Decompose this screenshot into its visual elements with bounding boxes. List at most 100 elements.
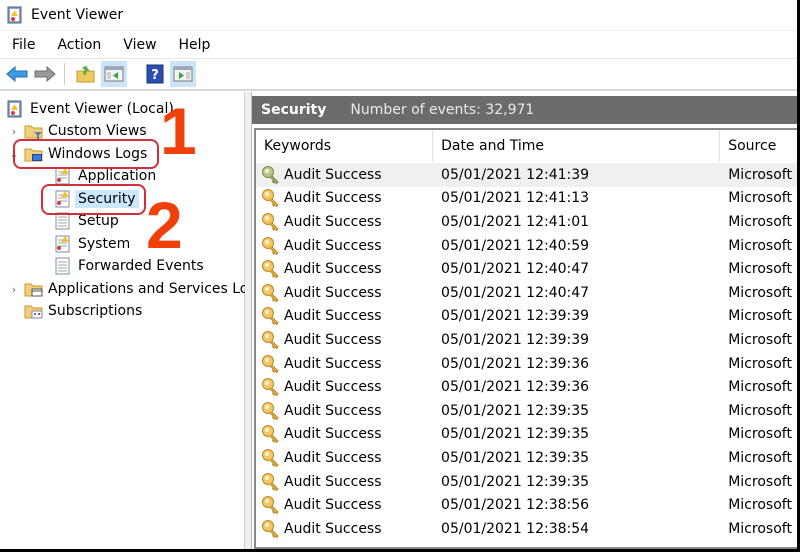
tree-label: Setup [78, 213, 119, 229]
key-icon [262, 378, 279, 397]
cell-date-time: 05/01/2021 12:41:01 [441, 213, 590, 230]
tree-item-event-viewer-local[interactable]: Event Viewer (Local) [6, 98, 174, 120]
forward-button[interactable] [32, 61, 58, 87]
table-row[interactable]: Audit Success 05/01/2021 12:39:35 Microsof… [256, 423, 797, 447]
help-button[interactable]: ? [142, 61, 168, 87]
show-hide-console-tree-button[interactable] [101, 61, 127, 87]
highlight-security [41, 184, 146, 215]
title-bar: Event Viewer [0, 0, 797, 30]
up-folder-button[interactable] [73, 61, 99, 87]
menu-help[interactable]: Help [169, 37, 219, 53]
key-icon [262, 307, 279, 326]
tree-item-subscriptions[interactable]: Subscriptions [24, 300, 142, 322]
menu-action[interactable]: Action [47, 37, 109, 53]
keyword-text: Audit Success [284, 473, 382, 490]
cell-date-time: 05/01/2021 12:41:13 [441, 190, 590, 207]
key-icon [262, 472, 279, 491]
cell-date-time: 05/01/2021 12:39:39 [441, 331, 590, 348]
log-warning-icon [54, 235, 72, 253]
keyword-text: Audit Success [284, 520, 382, 537]
table-row[interactable]: Audit Success 05/01/2021 12:41:01 Microsof… [256, 210, 797, 234]
chevron-right-icon[interactable]: › [8, 125, 20, 138]
arrow-right-icon [34, 66, 56, 82]
cell-keywords: Audit Success [256, 401, 433, 421]
tree-item-applications-and-services-logs[interactable]: › Applications and Services Logs [8, 278, 265, 300]
cell-date-time: 05/01/2021 12:38:54 [441, 520, 590, 537]
table-row[interactable]: Audit Success 05/01/2021 12:40:47 Microsof… [256, 281, 797, 305]
tree-label: System [78, 236, 131, 252]
keyword-text: Audit Success [284, 284, 382, 301]
show-hide-action-pane-button[interactable] [170, 61, 196, 87]
column-header-keywords[interactable]: Keywords [256, 130, 434, 162]
cell-keywords: Audit Success [256, 354, 433, 374]
tree-label: Custom Views [48, 123, 147, 139]
key-icon [262, 425, 279, 444]
column-header-date-and-time[interactable]: Date and Time [433, 130, 721, 162]
pane-splitter[interactable] [245, 92, 252, 549]
cell-keywords: Audit Success [256, 165, 433, 185]
back-button[interactable] [4, 61, 30, 87]
highlight-windows-logs [13, 139, 159, 169]
folder-filter-icon [24, 122, 43, 140]
cell-source: Microsoft [728, 190, 792, 207]
chevron-right-icon[interactable]: › [8, 283, 20, 296]
table-header: Keywords Date and Time Source [256, 130, 797, 162]
arrow-left-icon [6, 66, 28, 82]
keyword-text: Audit Success [284, 449, 382, 466]
keyword-text: Audit Success [284, 331, 382, 348]
key-icon [262, 448, 279, 468]
cell-date-time: 05/01/2021 12:38:56 [441, 497, 590, 514]
cell-keywords: Audit Success [256, 283, 433, 303]
table-row[interactable]: Audit Success 05/01/2021 12:39:39 Microsof… [256, 305, 797, 329]
menu-file[interactable]: File [0, 37, 43, 53]
events-table: Keywords Date and Time Source Audit Succ… [254, 128, 797, 549]
cell-source: Microsoft [728, 308, 792, 325]
table-row[interactable]: Audit Success 05/01/2021 12:39:36 Microsof… [256, 375, 797, 399]
tree-item-system[interactable]: System [54, 233, 130, 255]
log-warning-icon [54, 167, 72, 185]
event-viewer-icon [6, 100, 24, 118]
cell-date-time: 05/01/2021 12:40:47 [441, 284, 590, 301]
cell-date-time: 05/01/2021 12:39:36 [441, 379, 590, 396]
table-row[interactable]: Audit Success 05/01/2021 12:39:35 Microsof… [256, 470, 797, 494]
key-icon [262, 212, 279, 232]
cell-keywords: Audit Success [256, 188, 433, 208]
table-row[interactable]: Audit Success 05/01/2021 12:40:47 Microsof… [256, 257, 797, 281]
cell-source: Microsoft [728, 379, 792, 396]
table-row[interactable]: Audit Success 05/01/2021 12:39:36 Microsof… [256, 352, 797, 376]
cell-source: Microsoft [728, 284, 792, 301]
table-row[interactable]: Audit Success 05/01/2021 12:39:35 Microsof… [256, 446, 797, 470]
cell-source: Microsoft [728, 237, 792, 254]
key-icon [262, 354, 279, 373]
table-row[interactable]: Audit Success 05/01/2021 12:41:13 Microsof… [256, 187, 797, 211]
cell-keywords: Audit Success [256, 519, 433, 539]
event-viewer-window: Event Viewer File Action View Help ? Eve… [0, 0, 797, 549]
table-row[interactable]: Audit Success 05/01/2021 12:40:59 Microsof… [256, 234, 797, 258]
console-tree: Event Viewer (Local) › Custom Views ⌄ Wi… [0, 92, 265, 549]
table-row[interactable]: Audit Success 05/01/2021 12:41:39 Microsof… [256, 163, 797, 187]
tree-label: Event Viewer (Local) [30, 101, 174, 117]
keyword-text: Audit Success [284, 355, 382, 372]
tree-label: Applications and Services Logs [48, 281, 265, 297]
cell-keywords: Audit Success [256, 495, 433, 515]
subscriptions-icon [24, 302, 43, 320]
keyword-text: Audit Success [284, 166, 382, 183]
tree-label: Forwarded Events [78, 258, 204, 274]
cell-keywords: Audit Success [256, 377, 433, 397]
menu-view[interactable]: View [113, 37, 164, 53]
table-row[interactable]: Audit Success 05/01/2021 12:38:54 Microsof… [256, 517, 797, 541]
log-header: Security Number of events: 32,971 [252, 96, 797, 124]
keyword-text: Audit Success [284, 213, 382, 230]
cell-source: Microsoft [728, 473, 792, 490]
table-row[interactable]: Audit Success 05/01/2021 12:39:35 Microsof… [256, 399, 797, 423]
toolbar-separator [64, 63, 65, 85]
cell-source: Microsoft [728, 261, 792, 278]
keyword-text: Audit Success [284, 426, 382, 443]
cell-date-time: 05/01/2021 12:39:35 [441, 449, 590, 466]
column-header-source[interactable]: Source [720, 130, 797, 162]
table-row[interactable]: Audit Success 05/01/2021 12:39:39 Microsof… [256, 328, 797, 352]
event-viewer-app-icon [6, 6, 24, 24]
table-row[interactable]: Audit Success 05/01/2021 12:38:56 Microsof… [256, 493, 797, 517]
action-pane-icon [173, 66, 193, 82]
cell-keywords: Audit Success [256, 472, 433, 492]
